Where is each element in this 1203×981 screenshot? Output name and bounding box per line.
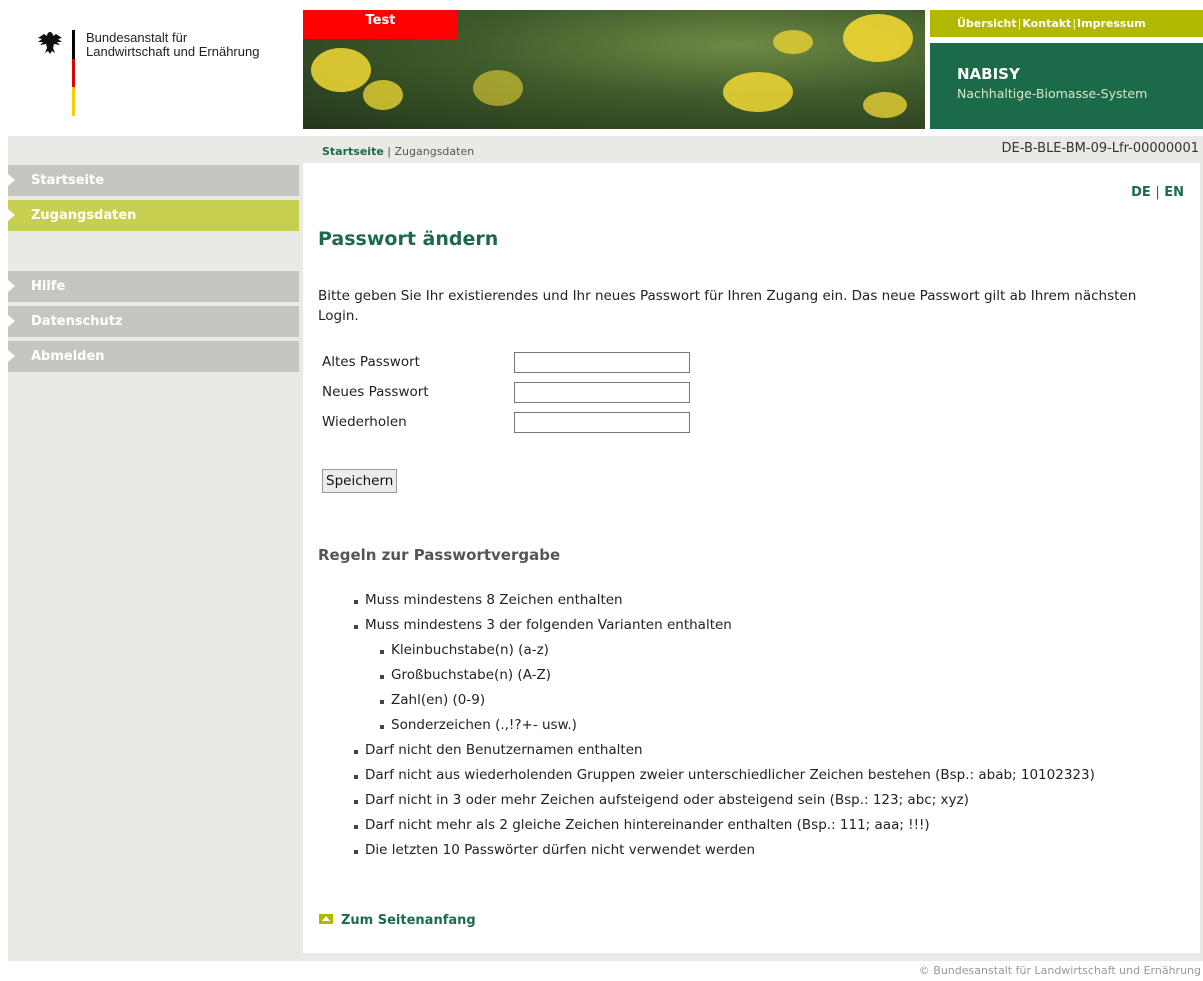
old-password-row: Altes Passwort bbox=[322, 352, 702, 373]
eagle-icon bbox=[38, 32, 62, 54]
topnav-uebersicht[interactable]: Übersicht bbox=[957, 17, 1017, 30]
lang-en-link[interactable]: EN bbox=[1164, 185, 1184, 200]
app-title-box: NABISY Nachhaltige-Biomasse-System bbox=[930, 43, 1203, 129]
repeat-password-label: Wiederholen bbox=[322, 414, 407, 430]
record-id: DE-B-BLE-BM-09-Lfr-00000001 bbox=[1001, 141, 1199, 156]
rule-item: Darf nicht aus wiederholenden Gruppen zw… bbox=[354, 767, 1095, 783]
breadcrumb-current: Zugangsdaten bbox=[394, 145, 475, 158]
rule-item: Darf nicht mehr als 2 gleiche Zeichen hi… bbox=[354, 817, 930, 833]
sidebar-item-zugangsdaten[interactable]: Zugangsdaten bbox=[8, 200, 299, 231]
rule-subitem: Zahl(en) (0-9) bbox=[379, 692, 486, 708]
breadcrumb-separator: | bbox=[387, 145, 392, 158]
sidebar-item-hilfe[interactable]: Hilfe bbox=[8, 271, 299, 302]
to-top-link[interactable]: Zum Seitenanfang bbox=[319, 913, 476, 928]
topnav-impressum[interactable]: Impressum bbox=[1077, 17, 1146, 30]
arrow-up-icon bbox=[319, 914, 333, 924]
rule-subitem: Sonderzeichen (.,!?+- usw.) bbox=[380, 717, 577, 733]
breadcrumb: Startseite | Zugangsdaten bbox=[322, 145, 474, 158]
top-navigation: Übersicht|Kontakt|Impressum bbox=[930, 10, 1203, 37]
page-title: Passwort ändern bbox=[318, 228, 499, 250]
sidebar-item-datenschutz[interactable]: Datenschutz bbox=[8, 306, 299, 337]
sidebar: Startseite Zugangsdaten Hilfe Datenschut… bbox=[8, 165, 299, 376]
german-flag-bar bbox=[72, 30, 75, 116]
save-button[interactable]: Speichern bbox=[322, 469, 398, 493]
sidebar-item-startseite[interactable]: Startseite bbox=[8, 165, 299, 196]
app-name: NABISY bbox=[957, 65, 1020, 83]
sidebar-item-abmelden[interactable]: Abmelden bbox=[8, 341, 299, 372]
app-subtitle: Nachhaltige-Biomasse-System bbox=[957, 86, 1148, 101]
rule-item: Die letzten 10 Passwörter dürfen nicht v… bbox=[353, 842, 756, 858]
topnav-kontakt[interactable]: Kontakt bbox=[1022, 17, 1071, 30]
new-password-label: Neues Passwort bbox=[322, 384, 429, 400]
test-environment-badge: Test bbox=[303, 10, 458, 39]
rule-item: Darf nicht den Benutzernamen enthalten bbox=[354, 742, 643, 758]
agency-name: Bundesanstalt für Landwirtschaft und Ern… bbox=[86, 30, 260, 59]
repeat-password-field[interactable] bbox=[514, 412, 690, 433]
language-switcher: DE | EN bbox=[1131, 185, 1184, 200]
rule-subitem: Großbuchstabe(n) (A-Z) bbox=[379, 667, 552, 683]
page-intro: Bitte geben Sie Ihr existierendes und Ih… bbox=[318, 288, 1137, 324]
rule-item: Muss mindestens 3 der folgenden Variante… bbox=[354, 617, 732, 633]
rules-title: Regeln zur Passwortvergabe bbox=[318, 546, 561, 564]
lang-de-link[interactable]: DE bbox=[1131, 185, 1151, 200]
new-password-field[interactable] bbox=[514, 382, 690, 403]
rule-item: Darf nicht in 3 oder mehr Zeichen aufste… bbox=[354, 792, 969, 808]
rule-subitem: Kleinbuchstabe(n) (a-z) bbox=[380, 642, 549, 658]
old-password-field[interactable] bbox=[514, 352, 690, 373]
breadcrumb-home-link[interactable]: Startseite bbox=[322, 145, 384, 158]
agency-logo[interactable]: Bundesanstalt für Landwirtschaft und Ern… bbox=[0, 0, 300, 130]
new-password-row: Neues Passwort bbox=[322, 382, 702, 403]
footer-copyright: © Bundesanstalt für Landwirtschaft und E… bbox=[918, 964, 1201, 977]
rule-item: Muss mindestens 8 Zeichen enthalten bbox=[354, 592, 623, 608]
repeat-password-row: Wiederholen bbox=[322, 412, 702, 433]
header-banner-image: Test bbox=[303, 10, 925, 129]
old-password-label: Altes Passwort bbox=[322, 354, 420, 370]
